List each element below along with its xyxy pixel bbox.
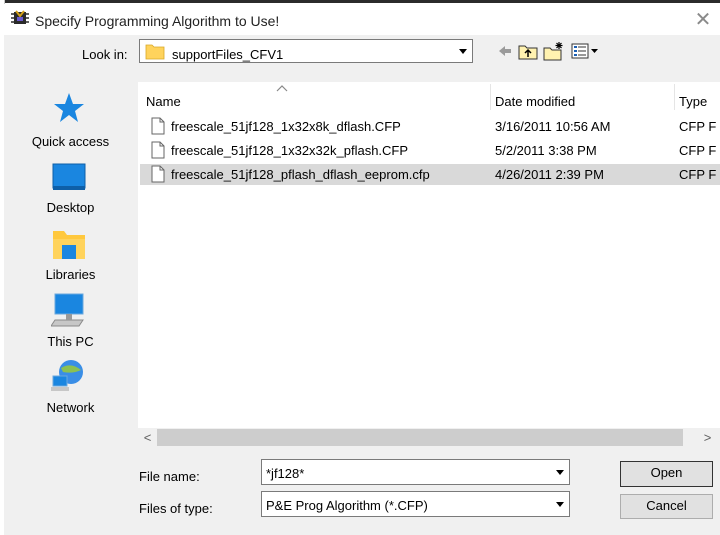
file-row-selected[interactable]: freescale_51jf128_pflash_dflash_eeprom.c… (140, 164, 720, 185)
places-bar: Quick access Desktop Libraries This PC N… (18, 82, 123, 422)
file-name: freescale_51jf128_1x32x8k_dflash.CFP (171, 119, 401, 134)
file-row[interactable]: freescale_51jf128_1x32x8k_dflash.CFP 3/1… (140, 116, 720, 137)
close-button[interactable]: ✕ (686, 4, 720, 35)
place-label: Network (46, 400, 95, 415)
column-divider[interactable] (490, 84, 491, 110)
view-menu-icon[interactable] (571, 41, 599, 61)
scroll-right-arrow[interactable]: > (698, 428, 717, 447)
scrollbar-thumb[interactable] (157, 429, 683, 446)
file-name-value[interactable]: *jf128* (266, 466, 304, 481)
network-icon (51, 360, 83, 391)
column-header-name[interactable]: Name (146, 94, 181, 109)
cancel-button[interactable]: Cancel (620, 494, 713, 519)
place-label: This PC (47, 334, 94, 349)
file-name-input[interactable] (261, 459, 570, 485)
document-icon (151, 117, 165, 135)
file-type: CFP F (679, 143, 717, 158)
back-arrow-icon[interactable] (496, 42, 514, 60)
place-label: Desktop (46, 200, 95, 215)
files-of-type-label: Files of type: (139, 501, 213, 516)
folder-icon (145, 44, 165, 60)
file-date: 3/16/2011 10:56 AM (495, 119, 611, 134)
up-folder-icon[interactable] (518, 42, 538, 60)
look-in-value: supportFiles_CFV1 (172, 47, 284, 62)
window-title: Specify Programming Algorithm to Use! (35, 13, 280, 29)
look-in-label: Look in: (82, 47, 128, 62)
computer-icon (51, 293, 84, 327)
document-icon (151, 141, 165, 159)
libraries-icon (53, 231, 85, 259)
place-label: Libraries (45, 267, 96, 282)
scroll-left-arrow[interactable]: < (138, 428, 157, 447)
star-icon (54, 93, 84, 122)
chevron-down-icon[interactable] (550, 462, 568, 482)
place-label: Quick access (31, 134, 110, 149)
column-header-date-modified[interactable]: Date modified (495, 94, 575, 109)
file-name-label: File name: (139, 469, 200, 484)
app-chip-icon (11, 10, 29, 24)
file-date: 5/2/2011 3:38 PM (495, 143, 597, 158)
chevron-down-icon[interactable] (453, 41, 471, 61)
file-name: freescale_51jf128_pflash_dflash_eeprom.c… (171, 167, 430, 182)
document-icon (151, 165, 165, 183)
file-row[interactable]: freescale_51jf128_1x32x32k_pflash.CFP 5/… (140, 140, 720, 161)
chevron-down-icon[interactable] (550, 494, 568, 514)
file-type: CFP F (679, 119, 717, 134)
file-date: 4/26/2011 2:39 PM (495, 167, 604, 182)
open-button[interactable]: Open (620, 461, 713, 487)
file-type: CFP F (679, 167, 717, 182)
sort-ascending-icon (276, 85, 288, 92)
file-name: freescale_51jf128_1x32x32k_pflash.CFP (171, 143, 409, 158)
desktop-icon (52, 163, 86, 190)
column-divider[interactable] (674, 84, 675, 110)
new-folder-icon[interactable] (543, 41, 565, 61)
column-header-type[interactable]: Type (679, 94, 707, 109)
files-of-type-value: P&E Prog Algorithm (*.CFP) (266, 498, 428, 513)
